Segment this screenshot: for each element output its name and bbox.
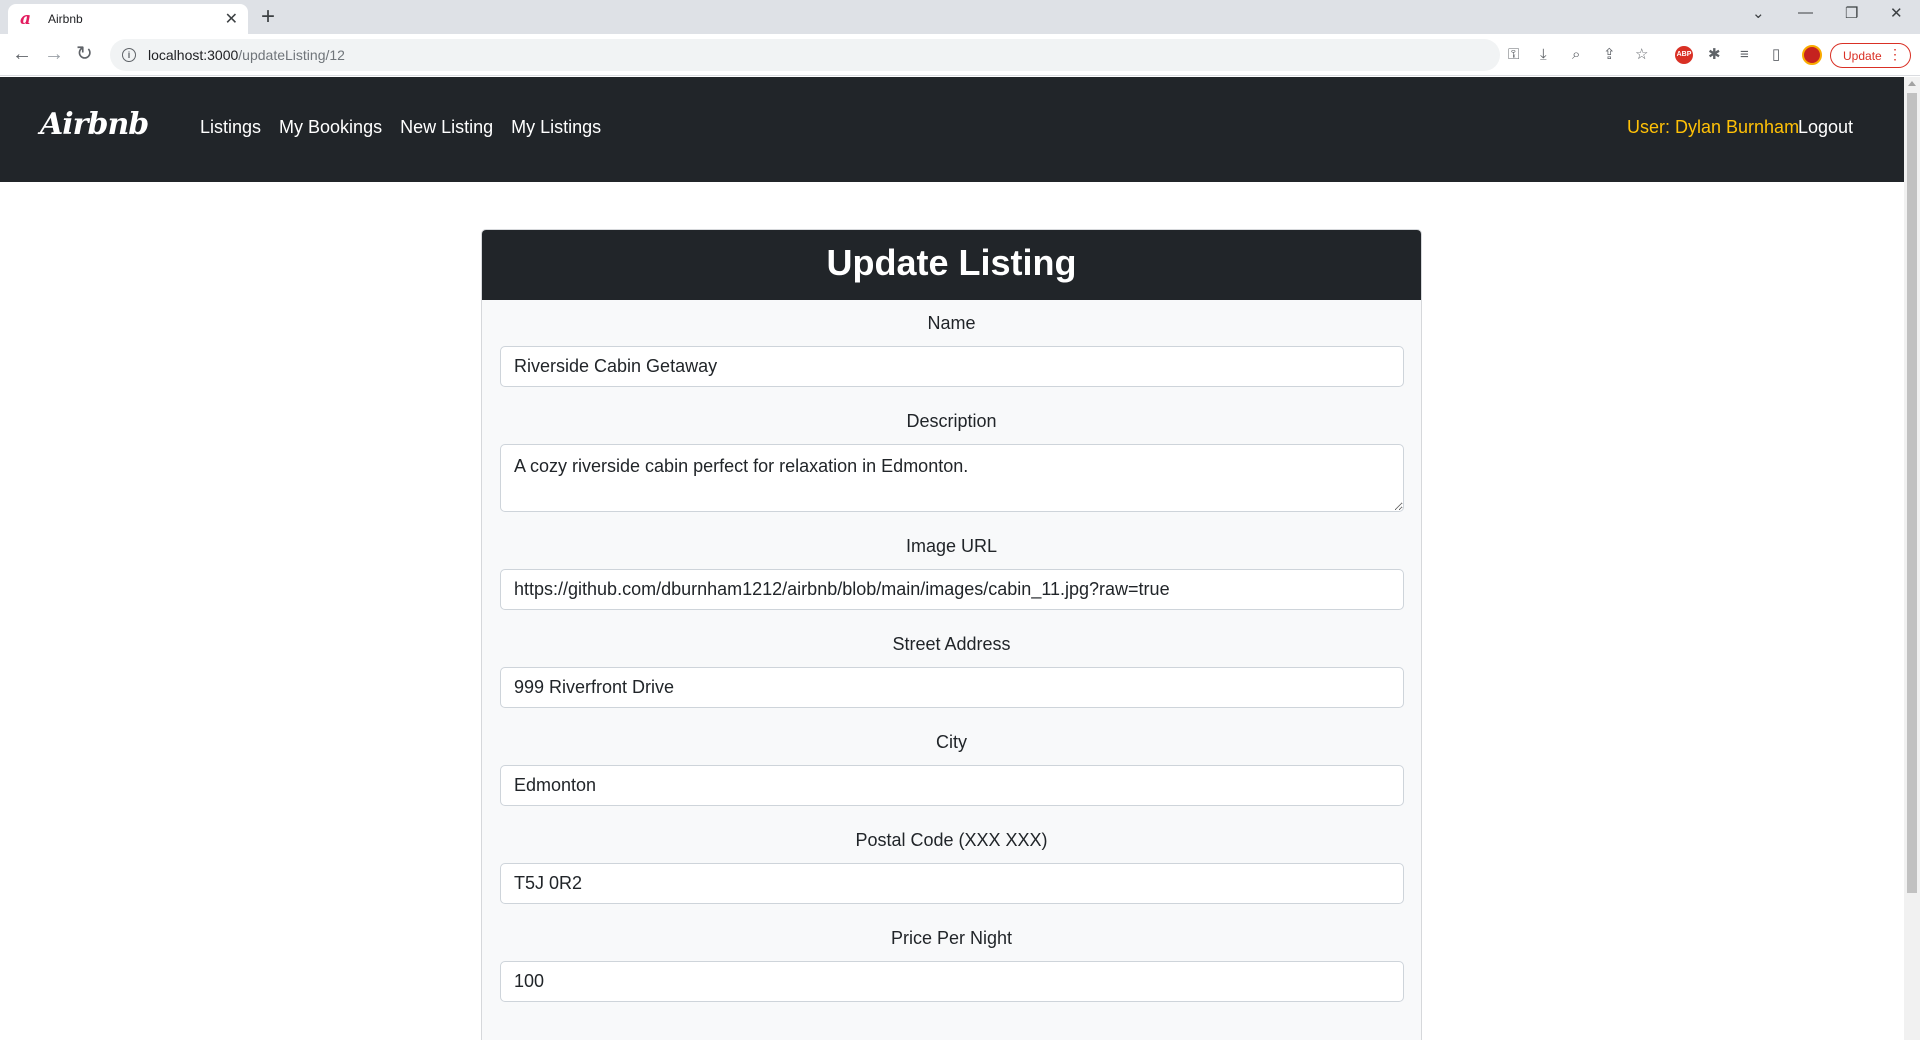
description-label: Description — [906, 411, 997, 431]
price-group: Price Per Night — [500, 927, 1404, 1002]
close-window-icon[interactable]: ✕ — [1890, 4, 1903, 22]
url-host: localhost:3000 — [148, 47, 239, 63]
forward-icon[interactable]: → — [44, 43, 64, 65]
description-textarea[interactable]: A cozy riverside cabin perfect for relax… — [500, 444, 1404, 512]
new-tab-icon[interactable]: + — [261, 3, 275, 31]
extensions-icon[interactable]: ✱ — [1708, 45, 1721, 65]
site-navbar: Airbnb Listings My Bookings New Listing … — [0, 77, 1904, 182]
browser-toolbar: ← → ↻ i localhost:3000/updateListing/12 … — [0, 34, 1920, 76]
nav-link-my-bookings[interactable]: My Bookings — [279, 117, 382, 138]
tab-title: Airbnb — [48, 12, 83, 26]
nav-link-listings[interactable]: Listings — [200, 117, 261, 138]
postal-code-group: Postal Code (XXX XXX) — [500, 829, 1404, 904]
browser-tab[interactable]: a Airbnb ✕ — [8, 4, 248, 34]
city-input[interactable] — [500, 765, 1404, 806]
scroll-up-icon[interactable] — [1908, 81, 1916, 86]
page-title: Update Listing — [482, 230, 1421, 300]
profile-avatar-icon[interactable] — [1802, 45, 1822, 65]
image-url-group: Image URL — [500, 535, 1404, 610]
share-icon[interactable]: ⇪ — [1603, 45, 1616, 65]
nav-link-new-listing[interactable]: New Listing — [400, 117, 493, 138]
airbnb-favicon-icon: a — [20, 9, 32, 29]
kebab-menu-icon[interactable]: ⋮ — [1888, 46, 1902, 63]
page-scrollbar[interactable] — [1904, 77, 1920, 1040]
page-viewport: Airbnb Listings My Bookings New Listing … — [0, 77, 1904, 1040]
postal-code-input[interactable] — [500, 863, 1404, 904]
brand-logo[interactable]: Airbnb — [40, 107, 149, 142]
scrollbar-thumb[interactable] — [1907, 93, 1917, 893]
image-url-input[interactable] — [500, 569, 1404, 610]
nav-link-my-listings[interactable]: My Listings — [511, 117, 601, 138]
name-group: Name — [500, 312, 1404, 387]
name-label: Name — [927, 313, 976, 333]
nav-links: Listings My Bookings New Listing My List… — [200, 117, 601, 138]
browser-tabstrip: a Airbnb ✕ + ⌄ — ❐ ✕ — [0, 0, 1920, 34]
zoom-icon[interactable]: ⌕ — [1572, 45, 1580, 65]
install-icon[interactable]: ⤓ — [1540, 45, 1547, 65]
price-label: Price Per Night — [890, 928, 1013, 948]
address-bar[interactable]: i localhost:3000/updateListing/12 — [110, 39, 1500, 71]
restore-icon[interactable]: ❐ — [1845, 4, 1858, 22]
tab-close-icon[interactable]: ✕ — [225, 9, 238, 29]
minimize-icon[interactable]: — — [1798, 4, 1813, 21]
star-icon[interactable]: ☆ — [1635, 45, 1648, 65]
tab-search-icon[interactable]: ⌄ — [1752, 4, 1765, 22]
reload-icon[interactable]: ↻ — [76, 43, 93, 65]
logout-link[interactable]: Logout — [1798, 117, 1853, 138]
street-address-label: Street Address — [892, 634, 1011, 654]
street-address-input[interactable] — [500, 667, 1404, 708]
browser-update-button[interactable]: Update ⋮ — [1830, 43, 1911, 68]
update-listing-card: Update Listing Name Description A cozy r… — [481, 229, 1422, 1040]
key-icon[interactable]: ⚿ — [1508, 45, 1519, 65]
listing-form: Name Description A cozy riverside cabin … — [482, 300, 1421, 1002]
update-label: Update — [1843, 48, 1882, 63]
url-path: /updateListing/12 — [238, 47, 345, 63]
price-input[interactable] — [500, 961, 1404, 1002]
street-address-group: Street Address — [500, 633, 1404, 708]
reading-list-icon[interactable]: ≡ — [1740, 45, 1749, 65]
image-url-label: Image URL — [905, 536, 998, 556]
adblock-icon[interactable]: ABP — [1675, 46, 1693, 64]
name-input[interactable] — [500, 346, 1404, 387]
back-icon[interactable]: ← — [12, 43, 32, 65]
city-label: City — [936, 732, 967, 752]
description-group: Description A cozy riverside cabin perfe… — [500, 410, 1404, 512]
side-panel-icon[interactable]: ▯ — [1772, 45, 1780, 65]
postal-code-label: Postal Code (XXX XXX) — [855, 830, 1048, 850]
info-icon[interactable]: i — [122, 48, 136, 62]
current-user-label: User: Dylan Burnham — [1627, 117, 1800, 137]
city-group: City — [500, 731, 1404, 806]
